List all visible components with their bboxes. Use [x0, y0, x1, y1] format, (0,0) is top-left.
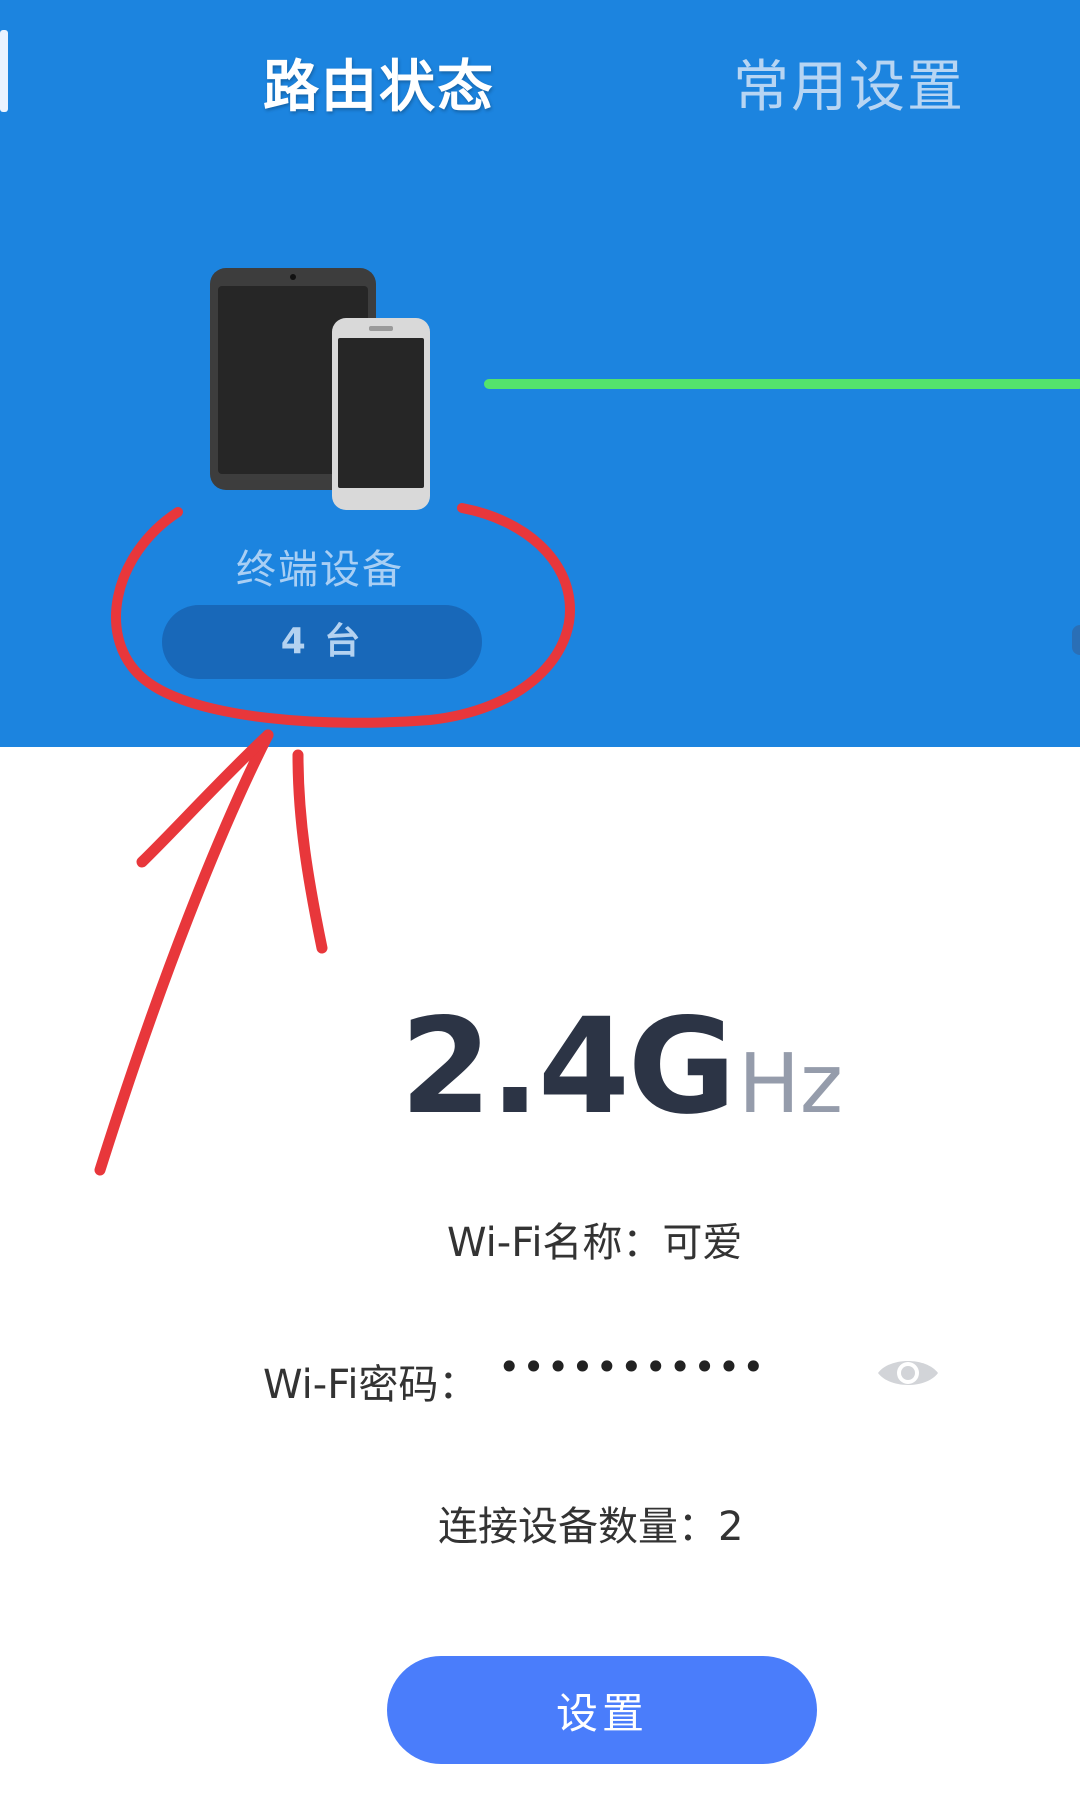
wifi-password-label: Wi-Fi密码： [263, 1362, 479, 1408]
terminal-devices-label: 终端设备 [236, 547, 404, 593]
settings-button[interactable]: 设置 [387, 1656, 817, 1764]
annotation-arrow-head-right [292, 749, 328, 954]
annotation-arrow-head-left [136, 729, 274, 868]
tab-router-status[interactable]: 路由状态 [263, 50, 495, 126]
tab-common-settings[interactable]: 常用设置 [733, 50, 965, 126]
eye-icon[interactable] [876, 1353, 940, 1393]
frequency-unit: Hz [738, 1037, 843, 1132]
frequency-value: 2.4G [400, 990, 736, 1144]
wifi-password-value: ••••••••••• [498, 1345, 767, 1389]
connection-line [484, 379, 1080, 389]
connected-devices-count: 连接设备数量：2 [438, 1504, 744, 1550]
device-count-badge[interactable]: 4 台 [162, 605, 482, 679]
router-node-edge [1072, 625, 1080, 655]
left-edge-indicator [0, 30, 8, 112]
annotation-arrow-shaft [94, 729, 274, 1176]
frequency-band: 2.4GHz [400, 990, 843, 1144]
wifi-name: Wi-Fi名称：可爱 [447, 1220, 743, 1266]
tablet-and-phone-icon[interactable] [206, 264, 436, 514]
router-status-panel: 路由状态 常用设置 终端设备 4 台 [0, 0, 1080, 747]
